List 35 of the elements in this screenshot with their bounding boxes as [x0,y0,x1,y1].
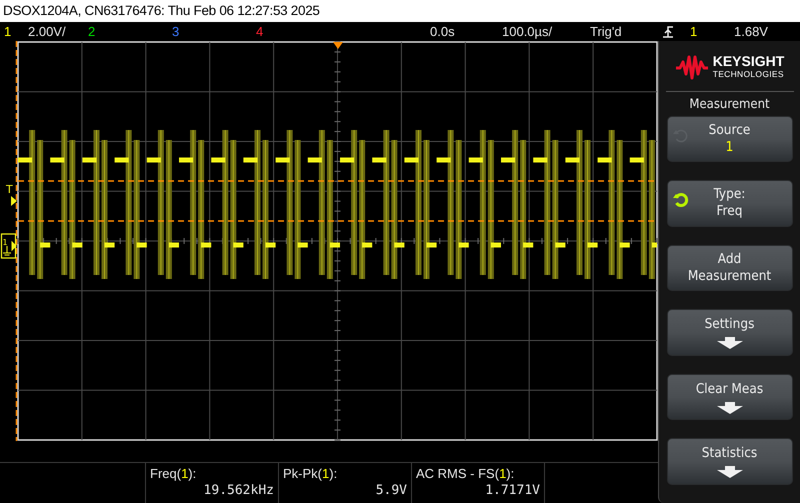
trigger-source: 1 [690,23,698,41]
trigger-status: Trig'd [590,23,622,41]
trigger-time-marker-icon [333,42,343,49]
softkey-button[interactable]: Source 1 [666,116,792,162]
measurement-label: AC RMS - FS(1): [416,465,516,482]
channel-number[interactable]: 2 [88,22,96,41]
softkey-button[interactable]: Add Measurement [666,244,792,292]
down-arrow-icon [716,402,742,414]
trigger-level: 1.68V [734,23,768,41]
vertical-scale: 2.00V/ [28,23,66,41]
down-arrow-icon [716,466,742,478]
timebase: 100.0µs/ [502,23,552,41]
measurement-label: Freq(1): [150,465,198,482]
measurement-value: 1.7171V [484,482,540,499]
channel-number[interactable]: 4 [256,22,264,41]
trigger-marker: T [6,183,13,196]
measurement-value: 19.562kHz [202,482,274,499]
softkey-button[interactable]: Type: Freq [666,180,792,227]
softkey-button[interactable]: Settings [666,309,792,356]
brand-subtitle: TECHNOLOGIES [712,69,784,80]
trigger-arrow-icon [11,196,17,206]
softkey-button[interactable]: Clear Meas [666,374,792,420]
rising-edge-icon [662,24,674,38]
brand-name: KEYSIGHT [712,54,784,70]
menu-heading: Measurement [689,96,770,113]
channel-number[interactable]: 1 [4,22,12,41]
measurement-label: Pk-Pk(1): [283,465,338,482]
softkey-button[interactable]: Statistics [666,438,792,485]
keysight-wave-logo-icon [674,54,709,80]
down-arrow-icon [716,337,742,350]
channel-number[interactable]: 3 [172,22,180,41]
time-offset: 0.0s [430,23,455,41]
window-title: DSOX1204A, CN63176476: Thu Feb 06 12:27:53 2025 [3,3,320,18]
ground-marker: 1 [0,233,17,259]
measurement-value: 5.9V [374,482,407,499]
